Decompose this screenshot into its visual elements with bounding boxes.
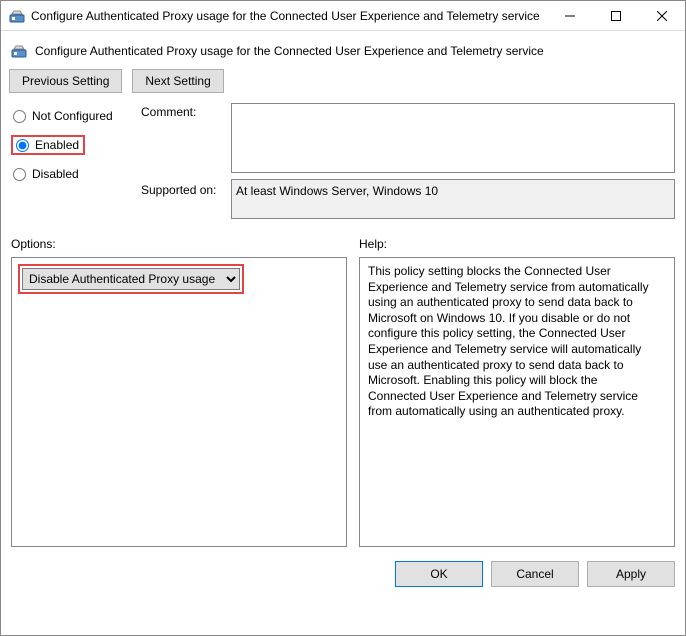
policy-icon — [9, 8, 25, 24]
options-label: Options: — [11, 237, 359, 251]
cancel-button[interactable]: Cancel — [491, 561, 579, 587]
header: Configure Authenticated Proxy usage for … — [11, 39, 675, 63]
enabled-highlight: Enabled — [11, 135, 85, 155]
policy-icon — [11, 43, 27, 59]
options-pane: Disable Authenticated Proxy usage — [11, 257, 347, 547]
header-text: Configure Authenticated Proxy usage for … — [35, 44, 544, 58]
comment-label: Comment: — [141, 103, 231, 119]
supported-on-label: Supported on: — [141, 173, 231, 197]
radio-not-configured-label: Not Configured — [32, 109, 113, 123]
radio-enabled-label: Enabled — [35, 138, 79, 152]
comment-field[interactable] — [231, 103, 675, 173]
radio-not-configured[interactable] — [13, 110, 26, 123]
close-button[interactable] — [639, 1, 685, 31]
help-label: Help: — [359, 237, 387, 251]
help-pane[interactable]: This policy setting blocks the Connected… — [359, 257, 675, 547]
maximize-button[interactable] — [593, 1, 639, 31]
ok-button[interactable]: OK — [395, 561, 483, 587]
proxy-usage-select[interactable]: Disable Authenticated Proxy usage — [22, 268, 240, 290]
minimize-button[interactable] — [547, 1, 593, 31]
titlebar: Configure Authenticated Proxy usage for … — [1, 1, 685, 31]
apply-button[interactable]: Apply — [587, 561, 675, 587]
supported-on-field — [231, 179, 675, 219]
next-setting-button[interactable]: Next Setting — [132, 69, 223, 93]
radio-disabled[interactable] — [13, 168, 26, 181]
radio-enabled[interactable] — [16, 139, 29, 152]
previous-setting-button[interactable]: Previous Setting — [9, 69, 122, 93]
window-title: Configure Authenticated Proxy usage for … — [31, 9, 547, 23]
radio-disabled-label: Disabled — [32, 167, 79, 181]
options-highlight: Disable Authenticated Proxy usage — [18, 264, 244, 294]
help-text: This policy setting blocks the Connected… — [368, 264, 649, 418]
